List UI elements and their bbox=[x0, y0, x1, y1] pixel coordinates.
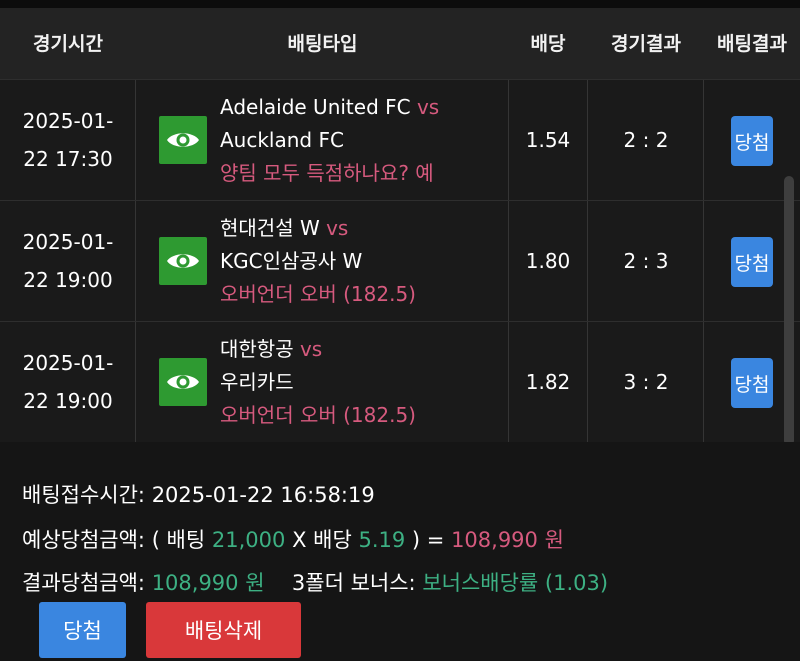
eye-icon bbox=[167, 375, 199, 389]
top-bar bbox=[0, 0, 800, 8]
win-button[interactable]: 당첨 bbox=[39, 602, 126, 658]
expected-win-line: 예상당첨금액: ( 배팅 21,000 X 배당 5.19 ) = 108,99… bbox=[22, 524, 564, 554]
match-time: 2025-01- 22 19:00 bbox=[0, 201, 136, 321]
table-row: 2025-01- 22 19:00 현대건설 W vs KGC인삼공사 W 오버… bbox=[0, 200, 800, 321]
header-match-result: 경기결과 bbox=[611, 33, 681, 55]
match-score: 2 : 2 bbox=[623, 128, 669, 152]
eye-icon bbox=[167, 254, 199, 268]
view-button[interactable] bbox=[159, 237, 207, 285]
table-row: 2025-01- 22 19:00 대한항공 vs 우리카드 오버언더 오버 (… bbox=[0, 321, 800, 442]
win-badge[interactable]: 당첨 bbox=[731, 237, 773, 287]
table-header: 경기시간 배팅타입 배당 경기결과 배팅결과 bbox=[0, 8, 800, 80]
match-time: 2025-01- 22 19:00 bbox=[0, 322, 136, 442]
match-time: 2025-01- 22 17:30 bbox=[0, 80, 136, 200]
total-odds: 5.19 bbox=[358, 528, 406, 552]
scrollbar[interactable] bbox=[784, 176, 794, 446]
final-win-line: 결과당첨금액: 108,990 원 3폴더 보너스: 보너스배당률 (1.03) bbox=[22, 567, 608, 597]
match-date: 2025-01- bbox=[22, 351, 114, 375]
home-team: 현대건설 W bbox=[220, 215, 320, 240]
table-row: 2025-01- 22 17:30 Adelaide United FC vs … bbox=[0, 79, 800, 200]
home-team: 대한항공 bbox=[220, 336, 294, 361]
home-team: Adelaide United FC bbox=[220, 94, 411, 119]
bet-selection: 양팀 모두 득점하나요? 예 bbox=[220, 160, 434, 185]
final-amount: 108,990 원 bbox=[151, 571, 265, 595]
odds-value: 1.82 bbox=[525, 370, 571, 394]
view-button[interactable] bbox=[159, 358, 207, 406]
match-hour: 22 17:30 bbox=[23, 147, 113, 171]
stake-amount: 21,000 bbox=[211, 528, 286, 552]
match-hour: 22 19:00 bbox=[23, 389, 113, 413]
vs-label: vs bbox=[416, 94, 440, 119]
away-team: KGC인삼공사 W bbox=[220, 248, 363, 273]
bonus-value: 보너스배당률 (1.03) bbox=[422, 571, 609, 595]
received-time-line: 배팅접수시간: 2025-01-22 16:58:19 bbox=[22, 479, 375, 509]
received-label: 배팅접수시간: bbox=[22, 483, 145, 507]
odds-value: 1.80 bbox=[525, 249, 571, 273]
away-team: 우리카드 bbox=[220, 369, 294, 394]
header-bet-type: 배팅타입 bbox=[287, 33, 358, 55]
bet-selection: 오버언더 오버 (182.5) bbox=[220, 402, 416, 427]
expected-amount: 108,990 원 bbox=[451, 528, 564, 552]
expected-open: ( 배팅 bbox=[151, 528, 206, 552]
away-team: Auckland FC bbox=[220, 127, 344, 152]
bet-info: 현대건설 W vs KGC인삼공사 W 오버언더 오버 (182.5) bbox=[220, 201, 508, 321]
expected-label: 예상당첨금액: bbox=[22, 528, 145, 552]
match-hour: 22 19:00 bbox=[23, 268, 113, 292]
header-odds: 배당 bbox=[530, 33, 566, 55]
match-score: 2 : 3 bbox=[623, 249, 669, 273]
bet-info: 대한항공 vs 우리카드 오버언더 오버 (182.5) bbox=[220, 322, 508, 442]
received-value: 2025-01-22 16:58:19 bbox=[151, 483, 375, 507]
bonus-label: 3폴더 보너스: bbox=[291, 571, 416, 595]
header-bet-result: 배팅결과 bbox=[717, 33, 787, 55]
eye-icon bbox=[167, 133, 199, 147]
delete-bet-button[interactable]: 배팅삭제 bbox=[146, 602, 301, 658]
final-label: 결과당첨금액: bbox=[22, 571, 145, 595]
match-date: 2025-01- bbox=[22, 230, 114, 254]
close-equals: ) = bbox=[411, 528, 445, 552]
vs-label: vs bbox=[299, 336, 323, 361]
odds-value: 1.54 bbox=[525, 128, 571, 152]
vs-label: vs bbox=[326, 215, 349, 240]
match-score: 3 : 2 bbox=[623, 370, 669, 394]
match-date: 2025-01- bbox=[22, 109, 114, 133]
win-badge[interactable]: 당첨 bbox=[731, 358, 773, 408]
view-button[interactable] bbox=[159, 116, 207, 164]
header-time: 경기시간 bbox=[33, 33, 103, 55]
times-odds-label: X 배당 bbox=[292, 528, 352, 552]
win-badge[interactable]: 당첨 bbox=[731, 116, 773, 166]
bet-info: Adelaide United FC vs Auckland FC 양팀 모두 … bbox=[220, 80, 508, 200]
bet-selection: 오버언더 오버 (182.5) bbox=[220, 281, 416, 306]
